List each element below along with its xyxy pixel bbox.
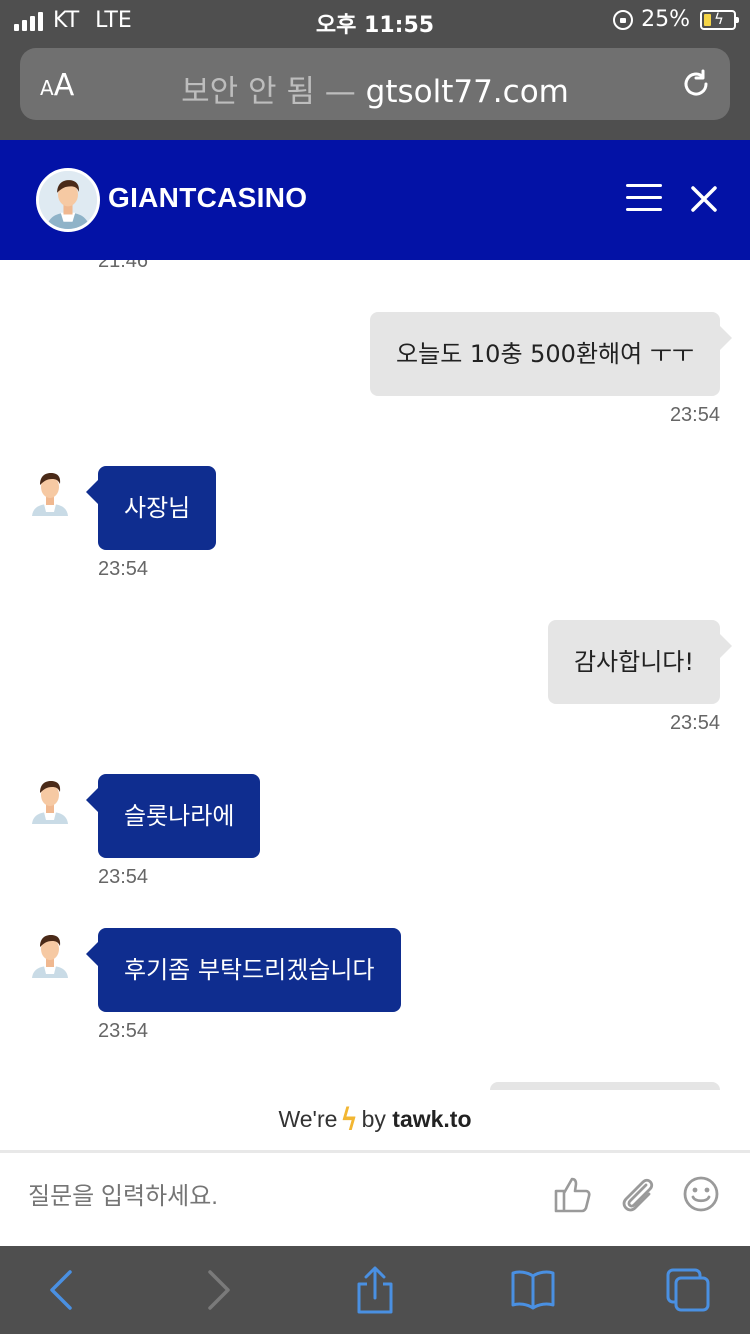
emoji-icon[interactable] <box>680 1173 722 1215</box>
charging-bolt-icon: ϟ <box>714 9 724 28</box>
tabs-icon[interactable] <box>664 1266 712 1314</box>
url-domain: gtsolt77.com <box>365 74 569 110</box>
rotation-lock-icon <box>613 9 634 30</box>
visitor-message: 오늘도 10충 500환해여 ㅜㅜ <box>370 312 732 396</box>
address-bar[interactable]: AA 보안 안 됨 — gtsolt77.com <box>20 48 730 120</box>
visitor-message: 감사합니다! <box>547 620 733 704</box>
battery-icon: ϟ <box>700 9 739 30</box>
reload-icon[interactable] <box>680 68 712 100</box>
message-input[interactable] <box>28 1183 528 1211</box>
status-right: 25% ϟ <box>613 7 739 32</box>
message-time: 23:54 <box>669 404 720 426</box>
thumbs-up-icon[interactable] <box>552 1173 594 1215</box>
browser-toolbar <box>0 1246 750 1334</box>
visitor-message-partial <box>490 1082 720 1090</box>
agent-avatar-icon <box>39 171 97 229</box>
brand-title: GIANTCASINO <box>108 182 308 213</box>
message-composer <box>0 1153 750 1246</box>
message-time: 23:54 <box>669 712 720 734</box>
agent-avatar-icon <box>32 935 68 978</box>
message-time: 21:46 <box>98 260 149 272</box>
message-time: 23:54 <box>98 558 149 580</box>
message-time: 23:54 <box>98 866 149 888</box>
agent-avatar-icon <box>32 473 68 516</box>
agent-message: 후기좀 부탁드리겠습니다 <box>86 928 401 1012</box>
tawk-brand: tawk.to <box>392 1106 472 1132</box>
battery-level <box>704 13 711 26</box>
security-warning: 보안 안 됨 — <box>181 74 356 110</box>
powered-by-tawk[interactable]: We're ϟ by tawk.to <box>0 1090 750 1150</box>
chat-header: GIANTCASINO <box>0 140 750 260</box>
back-icon[interactable] <box>38 1266 86 1314</box>
lightning-icon: ϟ <box>342 1100 357 1137</box>
bookmarks-icon[interactable] <box>509 1266 557 1314</box>
message-time: 23:54 <box>98 1020 149 1042</box>
paperclip-icon[interactable] <box>616 1173 658 1215</box>
close-icon[interactable] <box>688 183 720 215</box>
battery-percent: 25% <box>641 7 690 32</box>
agent-avatar-icon <box>32 781 68 824</box>
status-bar: KT LTE 오후 11:55 25% ϟ <box>0 0 750 40</box>
url-display[interactable]: 보안 안 됨 — gtsolt77.com <box>20 66 730 111</box>
forward-icon[interactable] <box>194 1266 242 1314</box>
agent-message: 슬롯나라에 <box>85 774 261 858</box>
browser-chrome: AA 보안 안 됨 — gtsolt77.com <box>0 40 750 140</box>
share-icon[interactable] <box>351 1266 399 1314</box>
header-avatar <box>36 168 100 232</box>
menu-icon[interactable] <box>626 184 662 212</box>
chat-transcript[interactable]: 21:46 오늘도 10충 500환해여 ㅜㅜ 23:54 사장님 23:54 … <box>0 260 750 1090</box>
agent-message: 사장님 <box>85 466 217 550</box>
